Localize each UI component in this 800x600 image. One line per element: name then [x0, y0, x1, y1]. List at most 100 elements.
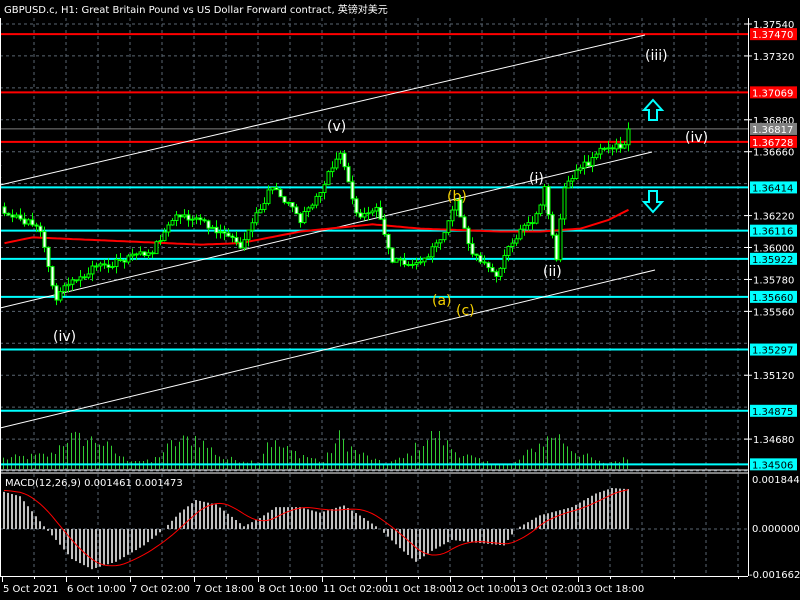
candle-body [342, 152, 347, 168]
candle-body [554, 234, 559, 261]
candle-body [578, 167, 583, 171]
candle-body [338, 152, 343, 160]
macd-bar [535, 517, 537, 529]
candle-body [70, 279, 75, 285]
candle-body [214, 226, 219, 234]
candle-body [246, 229, 251, 241]
macd-bar [591, 495, 593, 529]
macd-bar [247, 524, 249, 529]
macd-bar [235, 520, 237, 529]
macd-bar [131, 529, 133, 553]
wave-label-v: (v) [327, 119, 346, 135]
macd-bar [127, 529, 129, 555]
wave-label-iii: (iii) [645, 48, 668, 64]
macd-bar [239, 523, 241, 529]
candle-body [34, 224, 39, 227]
macd-bar [623, 488, 625, 529]
time-tick-label: 6 Oct 10:00 [67, 584, 126, 595]
macd-bar [363, 518, 365, 529]
time-tick-label: 8 Oct 10:00 [259, 584, 318, 595]
candle-body [474, 253, 479, 256]
macd-bar [51, 529, 53, 536]
candle-body [178, 214, 183, 218]
macd-bar [223, 510, 225, 529]
wave-label-iv-right: (iv) [685, 130, 708, 146]
macd-bar [491, 529, 493, 545]
wave-label-iv-left: (iv) [53, 329, 76, 345]
macd-bar [555, 511, 557, 529]
time-tick-label: 5 Oct 2021 [3, 584, 58, 595]
candle-body [310, 204, 315, 209]
macd-bar [603, 490, 605, 529]
macd-bar [111, 529, 113, 564]
candle-body [322, 184, 327, 194]
macd-bar [43, 526, 45, 529]
macd-bar [107, 529, 109, 565]
macd-bar [103, 529, 105, 566]
wave-label-a: (a) [432, 293, 452, 309]
candle-body [106, 264, 111, 268]
macd-bar [295, 507, 297, 529]
macd-bar [115, 529, 117, 562]
macd-bar [179, 512, 181, 529]
bear-candle [462, 214, 467, 229]
candle-body [546, 186, 551, 216]
candle-body [198, 217, 203, 221]
candle-body [410, 263, 415, 266]
macd-bar [7, 492, 9, 529]
candle-body [286, 201, 291, 204]
macd-bar [15, 495, 17, 529]
candle-body [18, 214, 23, 220]
macd-bar [31, 511, 33, 529]
macd-bar [419, 529, 421, 560]
bear-candle [50, 265, 55, 290]
macd-bar [211, 503, 213, 529]
candle-body [142, 251, 147, 256]
price-tick-label: 1.35780 [753, 275, 794, 286]
macd-bar [451, 529, 453, 540]
macd-bar [523, 524, 525, 529]
candle-body [478, 254, 483, 263]
macd-bar [39, 521, 41, 529]
macd-axis-max: 0.001844 [752, 475, 800, 486]
level-price-label: 1.36728 [752, 138, 793, 149]
candle-body [406, 264, 411, 267]
chart-window[interactable]: (iii) (iv) (v) (iv) (i) (ii) (a) (b) (c)… [0, 0, 800, 600]
macd-bar [399, 529, 401, 549]
candle-body [486, 262, 491, 269]
level-price-label: 1.34875 [752, 407, 793, 418]
bear-candle [390, 247, 395, 264]
bear-candle [278, 187, 283, 198]
macd-bar [391, 529, 393, 541]
candle-body [358, 212, 363, 218]
price-tick-label: 1.35120 [753, 371, 794, 382]
macd-bar [403, 529, 405, 552]
macd-name: MACD(12,26,9) [5, 478, 81, 489]
macd-bar [375, 526, 377, 529]
macd-bar [383, 529, 385, 533]
candle-body [170, 219, 175, 226]
candle-body [610, 147, 615, 150]
macd-bar [303, 508, 305, 529]
macd-bar [471, 529, 473, 543]
macd-bar [187, 506, 189, 529]
candle-body [86, 273, 91, 278]
macd-bar [267, 512, 269, 529]
candle-body [82, 276, 87, 279]
macd-axis-min: -0.001662 [749, 570, 800, 581]
candle-body [294, 206, 299, 215]
macd-bar [335, 507, 337, 529]
candle-body [190, 218, 195, 221]
candle-body [566, 180, 571, 189]
macd-bar [559, 510, 561, 529]
candle-body [114, 258, 119, 268]
candle-body [26, 219, 31, 225]
candle-body [118, 258, 123, 261]
level-price-label: 1.37069 [752, 88, 793, 99]
candle-body [494, 271, 499, 277]
macd-bar [467, 529, 469, 542]
macd-bar [459, 529, 461, 541]
macd-bar [311, 510, 313, 529]
candle-body [290, 202, 295, 208]
bull-candle [562, 182, 567, 225]
